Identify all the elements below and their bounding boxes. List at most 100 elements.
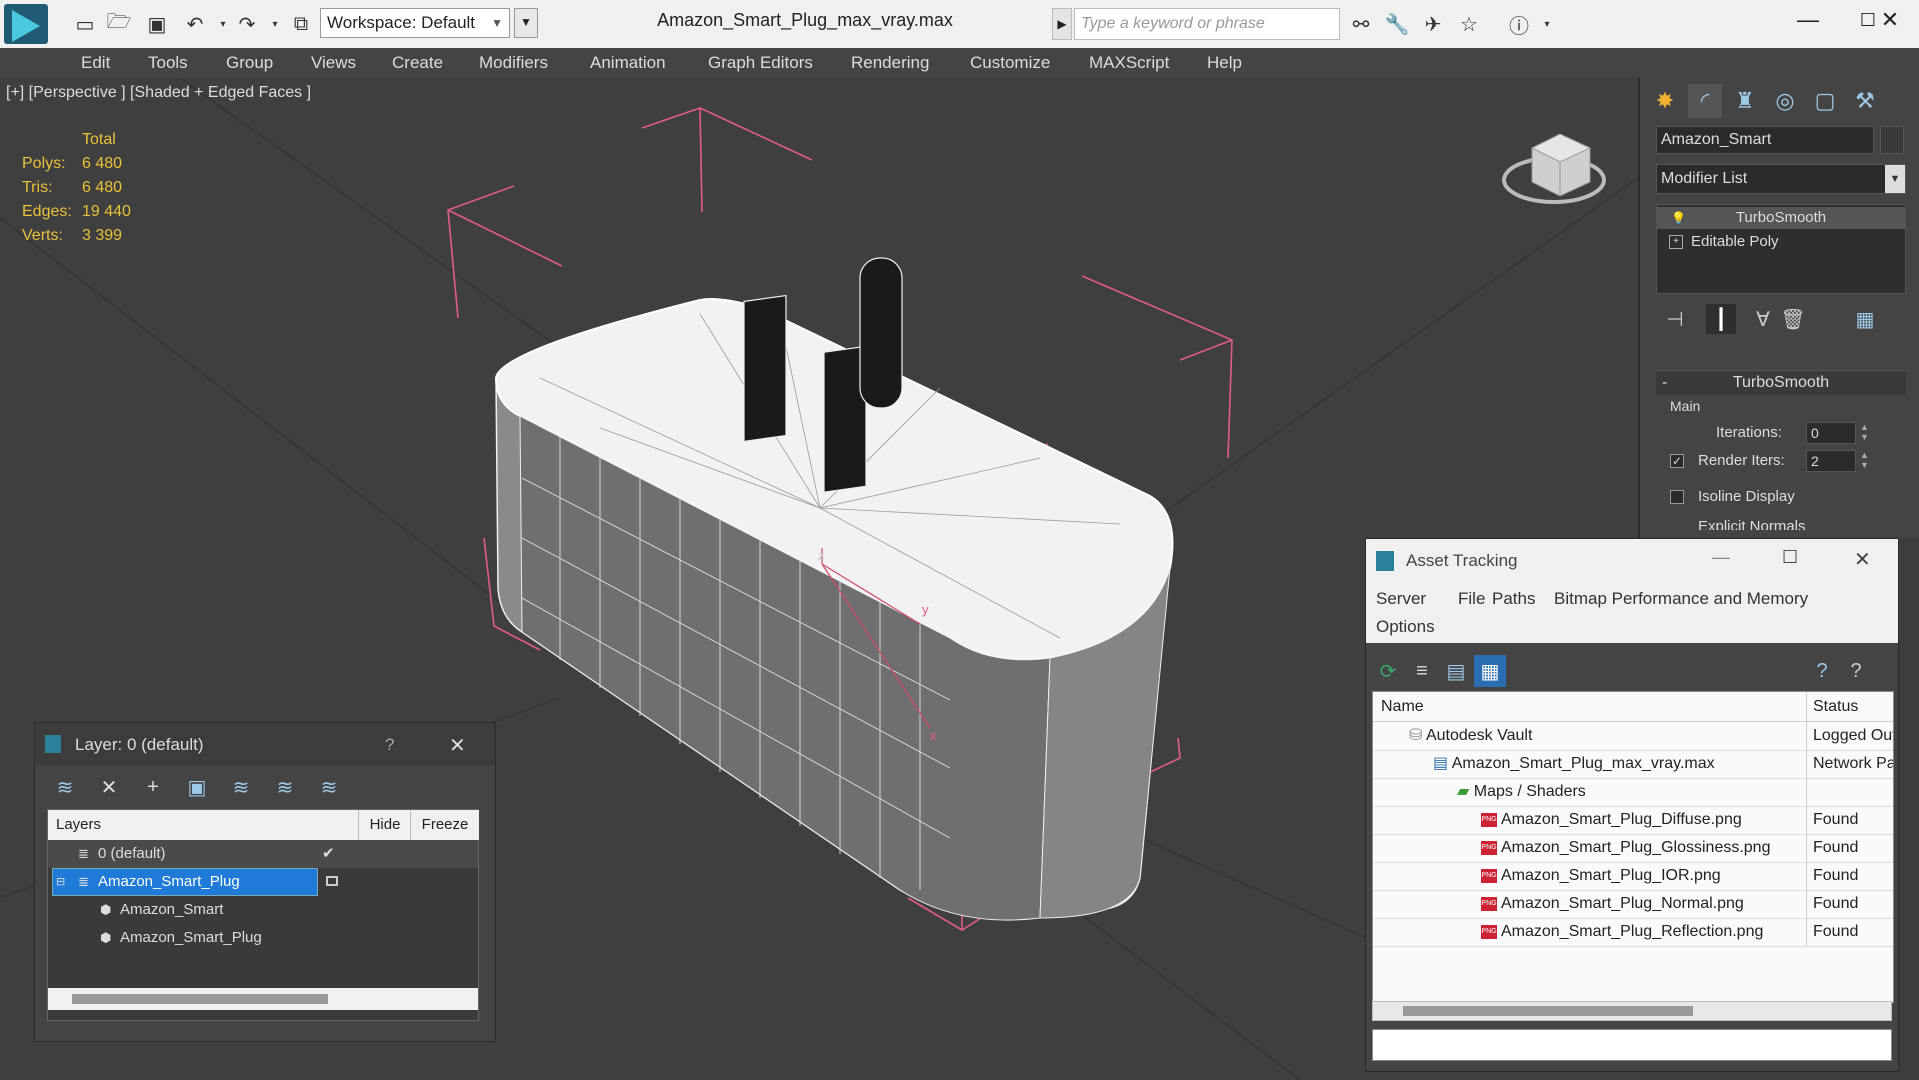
open-file-icon[interactable]: 🗁 xyxy=(104,9,134,39)
search-expand-icon[interactable]: ▶ xyxy=(1052,8,1072,40)
workspace-dropdown[interactable]: Workspace: Default ▼ xyxy=(320,8,510,38)
col-header-hide[interactable]: Hide xyxy=(358,810,411,840)
expand-plus-icon[interactable]: + xyxy=(1669,235,1683,249)
asset-row[interactable]: ▰ Maps / Shaders xyxy=(1373,778,1893,807)
redo-icon[interactable]: ↷ xyxy=(232,9,262,39)
spinner-arrows-icon[interactable]: ▲ ▼ xyxy=(1860,450,1869,470)
col-header-status[interactable]: Status xyxy=(1806,692,1893,722)
col-header-freeze[interactable]: Freeze xyxy=(410,810,479,840)
pin-stack-icon[interactable]: ⊣ xyxy=(1660,304,1690,334)
asset-hscrollbar[interactable] xyxy=(1372,1001,1892,1021)
asset-row[interactable]: ▤ Amazon_Smart_Plug_max_vray.max Network… xyxy=(1373,750,1893,779)
layer-hscrollbar[interactable] xyxy=(48,988,478,1010)
object-color-swatch[interactable] xyxy=(1880,126,1904,154)
new-layer-icon[interactable]: ≋ xyxy=(49,771,81,803)
thumbnail-view-icon[interactable]: ▤ xyxy=(1440,655,1472,687)
close-icon[interactable]: ✕ xyxy=(449,733,466,758)
menu-file[interactable]: File xyxy=(1458,589,1485,609)
layer-row-default[interactable]: ≣ 0 (default) ✔ xyxy=(48,840,478,868)
asset-row[interactable]: PNG Amazon_Smart_Plug_Normal.png Found xyxy=(1373,890,1893,919)
table-view-icon[interactable]: ▦ xyxy=(1474,655,1506,687)
menu-help[interactable]: Help xyxy=(1207,48,1242,78)
menu-customize[interactable]: Customize xyxy=(970,48,1050,78)
asset-row[interactable]: ⛁ Autodesk Vault Logged Out xyxy=(1373,722,1893,751)
search-input[interactable]: Type a keyword or phrase xyxy=(1074,8,1340,40)
show-end-result-icon[interactable]: ┃ xyxy=(1706,304,1736,334)
help-dropdown-icon[interactable]: ▾ xyxy=(1532,9,1562,39)
project-folder-icon[interactable]: ⧉ xyxy=(286,9,316,39)
help-icon[interactable]: ⓘ xyxy=(1504,9,1534,39)
undo-icon[interactable]: ↶ xyxy=(180,9,210,39)
scroll-thumb[interactable] xyxy=(72,994,328,1004)
menu-create[interactable]: Create xyxy=(392,48,443,78)
close-icon[interactable]: ✕ xyxy=(1854,547,1871,572)
utilities-tab-icon[interactable]: ⚒ xyxy=(1848,84,1882,118)
scroll-thumb[interactable] xyxy=(1403,1006,1693,1016)
help-icon[interactable]: ? xyxy=(1806,655,1838,687)
maximize-icon[interactable]: ☐ xyxy=(1782,547,1798,568)
menu-options[interactable]: Options xyxy=(1376,617,1435,637)
menu-paths[interactable]: Paths xyxy=(1492,589,1535,609)
viewport-label[interactable]: [+] [Perspective ] [Shaded + Edged Faces… xyxy=(6,84,311,102)
menu-rendering[interactable]: Rendering xyxy=(851,48,929,78)
highlight-layer-icon[interactable]: ≋ xyxy=(225,771,257,803)
settings-help-icon[interactable]: ? xyxy=(1840,655,1872,687)
object-name-field[interactable]: Amazon_Smart xyxy=(1656,126,1874,154)
menu-modifiers[interactable]: Modifiers xyxy=(479,48,548,78)
render-iters-checkbox[interactable]: ✓ xyxy=(1670,454,1684,468)
isoline-display-checkbox[interactable] xyxy=(1670,490,1684,504)
display-tab-icon[interactable]: ▢ xyxy=(1808,84,1842,118)
set-current-layer-icon[interactable] xyxy=(326,876,338,886)
select-objects-icon[interactable]: ▣ xyxy=(181,771,213,803)
asset-row[interactable]: PNG Amazon_Smart_Plug_Glossiness.png Foun… xyxy=(1373,834,1893,863)
menu-views[interactable]: Views xyxy=(311,48,356,78)
stack-item-turbosmooth[interactable]: 💡 TurboSmooth xyxy=(1657,207,1905,229)
iterations-spinner[interactable]: 0 xyxy=(1806,422,1856,444)
create-tab-icon[interactable]: ✸ xyxy=(1648,84,1682,118)
menu-bitmap-performance[interactable]: Bitmap Performance and Memory xyxy=(1554,589,1808,609)
layer-row-object[interactable]: ⬢ Amazon_Smart_Plug xyxy=(48,924,478,952)
refresh-icon[interactable]: ⟳ xyxy=(1372,655,1404,687)
turbosmooth-rollout-header[interactable]: - TurboSmooth xyxy=(1656,370,1906,395)
collapse-minus-icon[interactable]: ⊟ xyxy=(56,868,65,896)
layer-row-object[interactable]: ⬢ Amazon_Smart xyxy=(48,896,478,924)
minimize-icon[interactable]: — xyxy=(1712,547,1730,568)
add-to-layer-icon[interactable]: + xyxy=(137,771,169,803)
configure-sets-icon[interactable]: ▦ xyxy=(1850,304,1880,334)
delete-layer-icon[interactable]: ✕ xyxy=(93,771,125,803)
view-cube[interactable] xyxy=(1502,133,1606,204)
tools-icon[interactable]: 🔧 xyxy=(1382,9,1412,39)
motion-tab-icon[interactable]: ◎ xyxy=(1768,84,1802,118)
freeze-all-layers-icon[interactable]: ≋ xyxy=(313,771,345,803)
new-file-icon[interactable]: ▭ xyxy=(70,9,100,39)
communication-icon[interactable]: ✈ xyxy=(1418,9,1448,39)
menu-maxscript[interactable]: MAXScript xyxy=(1089,48,1169,78)
save-icon[interactable]: ▣ xyxy=(142,9,172,39)
col-header-layers[interactable]: Layers xyxy=(48,810,358,840)
layer-row-amazon-smart-plug[interactable]: ⊟ ≣ Amazon_Smart_Plug xyxy=(48,868,478,896)
lightbulb-icon[interactable]: 💡 xyxy=(1671,207,1686,229)
asset-row[interactable]: PNG Amazon_Smart_Plug_IOR.png Found xyxy=(1373,862,1893,891)
spinner-arrows-icon[interactable]: ▲ ▼ xyxy=(1860,422,1869,442)
close-icon[interactable]: ✕ xyxy=(1860,0,1919,40)
stack-item-editable-poly[interactable]: + Editable Poly xyxy=(1657,231,1905,253)
render-iters-spinner[interactable]: 2 xyxy=(1806,450,1856,472)
menu-group[interactable]: Group xyxy=(226,48,273,78)
menu-server[interactable]: Server xyxy=(1376,589,1426,609)
hierarchy-tab-icon[interactable]: ♜ xyxy=(1728,84,1762,118)
hide-all-layers-icon[interactable]: ≋ xyxy=(269,771,301,803)
help-icon[interactable]: ? xyxy=(385,735,394,755)
col-header-name[interactable]: Name xyxy=(1373,692,1806,722)
menu-animation[interactable]: Animation xyxy=(590,48,666,78)
asset-row[interactable]: PNG Amazon_Smart_Plug_Reflection.png Foun… xyxy=(1373,918,1893,947)
favorites-star-icon[interactable]: ☆ xyxy=(1454,9,1484,39)
menu-edit[interactable]: Edit xyxy=(81,48,110,78)
modifier-list-dropdown[interactable]: Modifier List ▼ xyxy=(1656,164,1906,194)
menu-graph-editors[interactable]: Graph Editors xyxy=(708,48,813,78)
make-unique-icon[interactable]: ∀ xyxy=(1748,304,1778,334)
binoculars-icon[interactable]: ⚯ xyxy=(1346,9,1376,39)
asset-row[interactable]: PNG Amazon_Smart_Plug_Diffuse.png Found xyxy=(1373,806,1893,835)
remove-modifier-icon[interactable]: 🗑 xyxy=(1778,304,1808,334)
minimize-icon[interactable]: — xyxy=(1778,0,1838,40)
menu-tools[interactable]: Tools xyxy=(148,48,188,78)
